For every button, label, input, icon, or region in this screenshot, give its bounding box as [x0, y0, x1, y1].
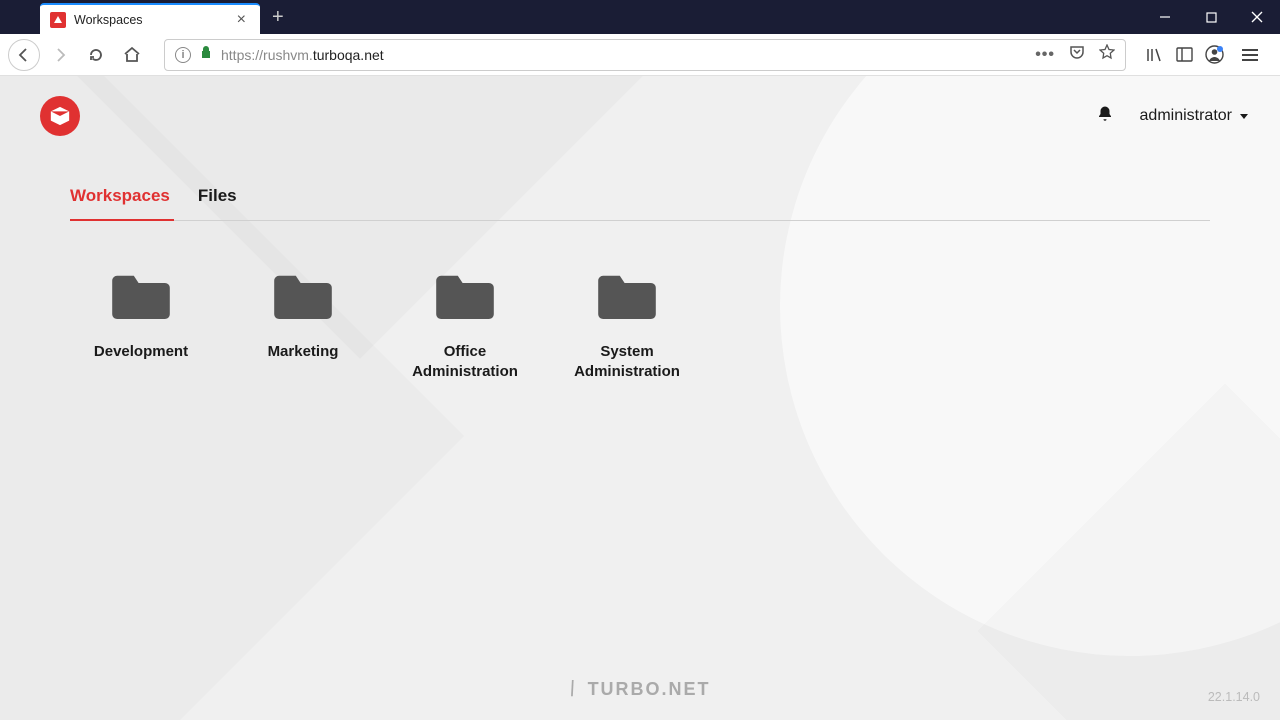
maximize-button[interactable]	[1188, 0, 1234, 34]
footer: \ TURBO.NET	[0, 676, 1280, 702]
workspace-label: Office Administration	[394, 342, 536, 383]
footer-brand: \ TURBO.NET	[569, 676, 710, 702]
browser-titlebar: Workspaces × +	[0, 0, 1280, 34]
chevron-down-icon	[1240, 114, 1248, 119]
page-actions-icon[interactable]: •••	[1035, 46, 1055, 64]
close-tab-icon[interactable]: ×	[233, 11, 250, 29]
sidebar-icon[interactable]	[1174, 45, 1194, 65]
content-tabs: Workspaces Files	[70, 176, 1210, 221]
app-header: administrator	[0, 76, 1280, 156]
account-icon[interactable]	[1204, 45, 1224, 65]
new-tab-button[interactable]: +	[260, 0, 296, 34]
browser-tab[interactable]: Workspaces ×	[40, 3, 260, 34]
user-menu[interactable]: administrator	[1140, 107, 1248, 125]
library-icon[interactable]	[1144, 45, 1164, 65]
workspace-office-administration[interactable]: Office Administration	[394, 271, 536, 383]
tab-workspaces[interactable]: Workspaces	[70, 176, 170, 220]
tab-title: Workspaces	[74, 13, 233, 27]
workspace-label: System Administration	[556, 342, 698, 383]
workspace-label: Marketing	[268, 342, 339, 362]
url-text: https://rushvm.turboqa.net	[221, 47, 1027, 63]
minimize-button[interactable]	[1142, 0, 1188, 34]
window-controls	[1142, 0, 1280, 34]
workspace-grid: Development Marketing Office Administrat…	[70, 221, 1210, 383]
workspace-marketing[interactable]: Marketing	[232, 271, 374, 383]
workspace-system-administration[interactable]: System Administration	[556, 271, 698, 383]
tab-strip: Workspaces × +	[0, 0, 296, 34]
username: administrator	[1140, 107, 1232, 125]
browser-toolbar: i https://rushvm.turboqa.net •••	[0, 34, 1280, 76]
menu-button[interactable]	[1234, 49, 1266, 61]
lock-icon	[199, 45, 213, 64]
app-logo[interactable]	[40, 96, 80, 136]
folder-icon	[598, 271, 656, 324]
reload-button[interactable]	[80, 39, 112, 71]
back-button[interactable]	[8, 39, 40, 71]
folder-icon	[436, 271, 494, 324]
brand-icon: \	[565, 676, 582, 702]
workspace-label: Development	[94, 342, 188, 362]
home-button[interactable]	[116, 39, 148, 71]
close-window-button[interactable]	[1234, 0, 1280, 34]
workspace-development[interactable]: Development	[70, 271, 212, 383]
page-content: administrator Workspaces Files Developme…	[0, 76, 1280, 720]
folder-icon	[274, 271, 332, 324]
pocket-icon[interactable]	[1069, 44, 1085, 65]
notifications-icon[interactable]	[1096, 104, 1114, 129]
folder-icon	[112, 271, 170, 324]
address-bar[interactable]: i https://rushvm.turboqa.net •••	[164, 39, 1126, 71]
bookmark-star-icon[interactable]	[1099, 44, 1115, 65]
tab-files[interactable]: Files	[198, 176, 237, 220]
favicon	[50, 12, 66, 28]
site-info-icon[interactable]: i	[175, 47, 191, 63]
forward-button[interactable]	[44, 39, 76, 71]
